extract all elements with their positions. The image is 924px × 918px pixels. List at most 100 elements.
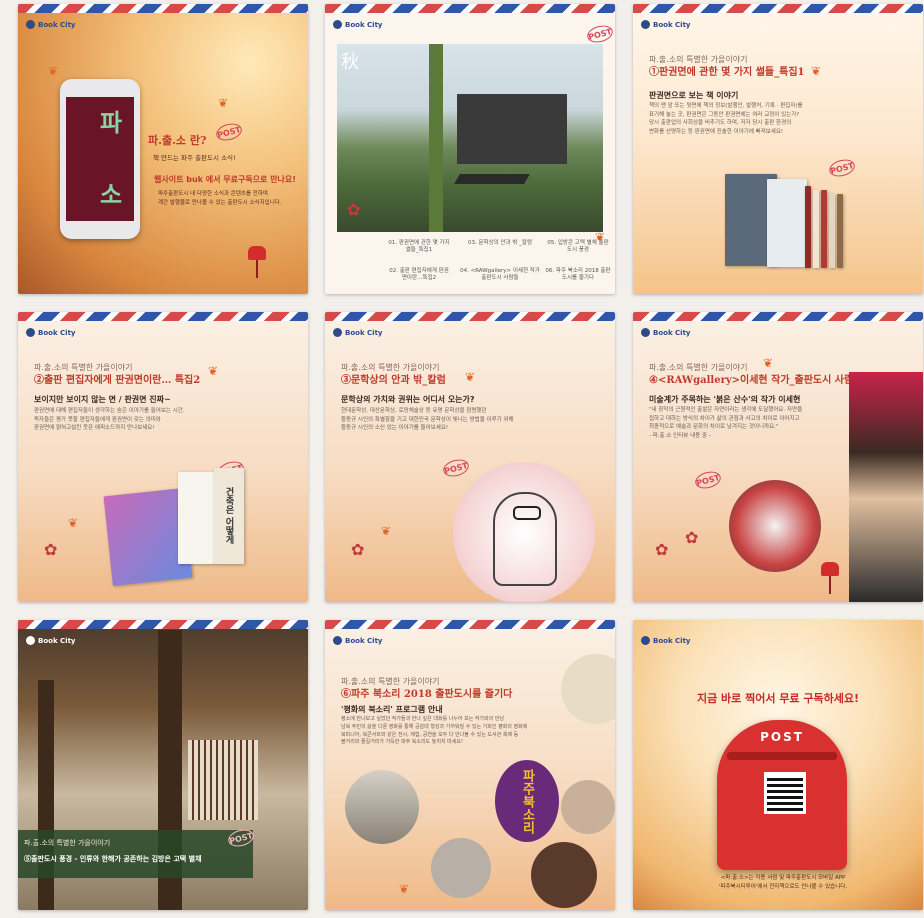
leaf-icon: ❦ xyxy=(68,516,79,530)
event-photo xyxy=(561,654,615,724)
book-cover xyxy=(178,472,214,564)
brand-logo: Book City xyxy=(26,20,76,29)
person-figure-icon: ✿ xyxy=(655,540,669,559)
airmail-stripe xyxy=(18,4,308,13)
post-card-8[interactable]: Book City 파.출.소의 특별한 가을이야기 ⑥파주 북소리 2018 … xyxy=(325,620,615,910)
card-description: 파주출판도시 내 다양한 소식과 콘텐츠를 전하며 계간 발행물로 만나볼 수 … xyxy=(158,191,282,206)
tree-trunk xyxy=(429,44,443,232)
brand-logo: Book City xyxy=(641,328,691,337)
qr-code-icon[interactable] xyxy=(764,772,806,814)
post-card-1[interactable]: Book City 파 소 POST 파.출.소 란? 책 만드는 파주 출판도… xyxy=(18,4,308,294)
brand-logo: Book City xyxy=(26,328,76,337)
post-card-9[interactable]: Book City 지금 바로 찍어서 무료 구독하세요! POST <파.출.… xyxy=(633,620,923,910)
leaf-icon: ❦ xyxy=(208,364,219,378)
event-photo xyxy=(531,842,597,908)
book-spine xyxy=(829,194,835,268)
card-heading: 판권면으로 보는 책 이야기 xyxy=(649,91,739,100)
logo-icon xyxy=(333,20,342,29)
post-box: POST xyxy=(717,720,847,870)
card-heading: 문학상의 가치와 권위는 어디서 오는가? xyxy=(341,395,475,404)
person-figure-icon: ✿ xyxy=(44,540,58,559)
card-footer: <파.출.소>는 각종 서점 및 파주출판도시 모바일 APP '파주북시티투어… xyxy=(718,875,848,890)
lattice-window xyxy=(188,740,258,820)
card-heading: 보이지만 보이지 않는 면 / 판권면 진짜~ xyxy=(34,395,171,404)
story-banner: 파.출.소의 특별한 가을이야기 ⑤출판도시 풍경 - 인류와 한해가 공존하는… xyxy=(18,830,253,878)
card-title: ③문학상의 안과 밖_칼럼 xyxy=(341,375,446,386)
mailbox-icon xyxy=(821,562,839,594)
logo-icon xyxy=(26,20,35,29)
airmail-stripe xyxy=(325,4,615,13)
menu-item[interactable]: 04. <RAWgallery> 이세현 작가 출판도시 사람들 xyxy=(457,268,543,283)
event-photo xyxy=(431,838,491,898)
card-question: 파.출.소 란? xyxy=(148,134,207,147)
menu-item[interactable]: 01. 판권면에 관한 몇 가지 썰들_특집1 xyxy=(387,240,451,255)
logo-icon xyxy=(641,328,650,337)
card-headline: 웹사이트 buk 에서 무료구독으로 만나요! xyxy=(154,175,296,184)
building-photo: 秋 xyxy=(337,44,603,232)
brand-logo: Book City xyxy=(333,20,383,29)
post-card-2[interactable]: Book City POST 秋 ✿ ❦ 01. 판권면에 관한 몇 가지 썰들… xyxy=(325,4,615,294)
brand-logo: Book City xyxy=(26,636,76,645)
post-card-5[interactable]: Book City 파.출.소의 특별한 가을이야기 ③문학상의 안과 밖_칼럼… xyxy=(325,312,615,602)
photo-label: 秋 xyxy=(341,52,359,73)
post-card-4[interactable]: Book City 파.출.소의 특별한 가을이야기 ②출판 편집자에게 판권면… xyxy=(18,312,308,602)
book-spine xyxy=(837,194,843,268)
card-subtitle: 파.출.소의 특별한 가을이야기 xyxy=(649,363,748,372)
logo-icon xyxy=(333,328,342,337)
card-subtitle: 파.출.소의 특별한 가을이야기 xyxy=(34,363,133,372)
book-spine xyxy=(813,190,819,268)
card-subtitle: 파.출.소의 특별한 가을이야기 xyxy=(341,677,440,686)
person-figure-icon: ✿ xyxy=(347,200,361,219)
post-stamp: POST xyxy=(214,120,244,144)
menu-item[interactable]: 06. 파주 북소리 2018 출판도시를 즐기다 xyxy=(545,268,611,283)
post-grid: Book City 파 소 POST 파.출.소 란? 책 만드는 파주 출판도… xyxy=(0,0,924,918)
airmail-stripe xyxy=(633,4,923,13)
bridge xyxy=(454,174,530,184)
book-cover xyxy=(767,179,807,267)
phone-mockup: 파 소 xyxy=(60,79,140,239)
card-body: 판권면에 대해 편집자들이 생각하는 숨은 이야기를 들어보는 시간. 독자들은… xyxy=(34,408,185,432)
person-figure-icon: ✿ xyxy=(351,540,365,559)
book-spine xyxy=(821,190,827,268)
mailbox-icon xyxy=(248,246,266,278)
card-body: "내 창작의 근원적인 출발은 자연이라는 생각에 도달했어요. 자연을 접하고… xyxy=(649,407,803,439)
post-stamp: POST xyxy=(693,468,723,492)
leaf-icon: ❦ xyxy=(399,882,410,896)
duck-glasses xyxy=(513,506,541,520)
cta-headline: 지금 바로 찍어서 무료 구독하세요! xyxy=(696,692,859,705)
logo-icon xyxy=(641,636,650,645)
leaf-icon: ❦ xyxy=(48,64,59,78)
airmail-stripe xyxy=(633,312,923,321)
card-title: ④<RAWgallery>이세현 작가_출판도시 사람들 xyxy=(649,375,863,386)
brand-logo: Book City xyxy=(333,328,383,337)
leaf-icon: ❦ xyxy=(381,524,392,538)
post-card-7[interactable]: Book City 파.출.소의 특별한 가을이야기 ⑤출판도시 풍경 - 인류… xyxy=(18,620,308,910)
card-body: 책의 맨 앞 또는 뒷면에 책의 정보(발행인, 발행처, 기록 · 편집자)를… xyxy=(649,103,803,135)
card-title: ①판권면에 관한 몇 가지 썰들_특집1 xyxy=(649,67,805,78)
menu-item[interactable]: 03. 문학상의 안과 밖 _칼럼 xyxy=(465,240,535,247)
event-photo xyxy=(345,770,419,844)
card-title: ②출판 편집자에게 판권면이란… 특집2 xyxy=(34,375,201,386)
poster: 파주북소리 xyxy=(495,760,559,842)
leaf-icon: ❦ xyxy=(465,370,476,384)
brand-logo: Book City xyxy=(333,636,383,645)
post-card-6[interactable]: Book City 파.출.소의 특별한 가을이야기 ④<RAWgallery>… xyxy=(633,312,923,602)
post-card-3[interactable]: Book City 파.출.소의 특별한 가을이야기 ①판권면에 관한 몇 가지… xyxy=(633,4,923,294)
book-spine xyxy=(805,186,811,268)
card-subtitle: 파.출.소의 특별한 가을이야기 xyxy=(341,363,440,372)
post-stamp: POST xyxy=(585,22,615,46)
menu-item[interactable]: 05. 입방콘 고택 별채 출판도시 풍경 xyxy=(545,240,611,255)
card-heading: 미술계가 주목하는 '붉은 산수'의 작가 이세현 xyxy=(649,395,801,404)
menu-item[interactable]: 02. 출판 편집자에게 판권면이란…특집2 xyxy=(387,268,451,283)
post-box-slot xyxy=(727,752,837,760)
person-figure-icon: ✿ xyxy=(685,528,699,547)
card-subtitle: 파.출.소의 특별한 가을이야기 xyxy=(24,839,111,847)
logo-icon xyxy=(26,328,35,337)
phone-screen: 파 소 xyxy=(66,97,134,221)
duck-illustration xyxy=(453,462,595,602)
artist-photo xyxy=(849,372,923,602)
airmail-stripe xyxy=(18,620,308,629)
logo-icon xyxy=(333,636,342,645)
card-tagline: 책 만드는 파주 출판도시 소식! xyxy=(153,154,236,162)
event-photo xyxy=(561,780,615,834)
